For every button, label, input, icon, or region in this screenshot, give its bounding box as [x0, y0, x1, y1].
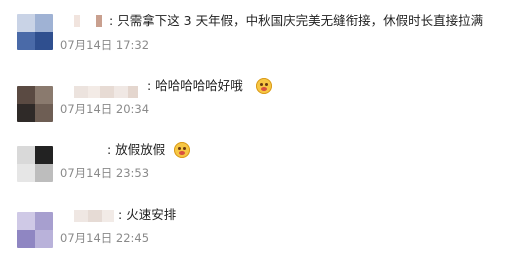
comment-timestamp: 07月14日 23:53	[60, 166, 150, 180]
comment-text: : 哈哈哈哈哈好哦	[147, 78, 243, 93]
comment-text: : 火速安排	[118, 207, 177, 222]
username-redacted[interactable]	[74, 210, 116, 222]
comment-item: : 哈哈哈哈哈好哦 07月14日 20:34	[0, 72, 525, 132]
comment-timestamp: 07月14日 17:32	[60, 38, 150, 52]
avatar[interactable]	[17, 212, 53, 248]
excited-face-icon	[174, 142, 190, 158]
avatar[interactable]	[17, 14, 53, 50]
comment-text: : 只需拿下这 3 天年假，中秋国庆完美无缝衔接，休假时长直接拉满	[109, 13, 484, 28]
comment-item: : 火速安排 07月14日 22:45	[0, 198, 525, 258]
avatar[interactable]	[17, 146, 53, 182]
username-redacted[interactable]	[74, 86, 144, 98]
username-redacted[interactable]	[74, 15, 110, 27]
comment-text: : 放假放假	[107, 142, 166, 157]
comment-item: : 只需拿下这 3 天年假，中秋国庆完美无缝衔接，休假时长直接拉满 07月14日…	[0, 8, 525, 68]
avatar[interactable]	[17, 86, 53, 122]
comment-item: : 放假放假 07月14日 23:53	[0, 138, 525, 198]
comment-timestamp: 07月14日 22:45	[60, 231, 150, 245]
comment-timestamp: 07月14日 20:34	[60, 102, 150, 116]
laughing-face-icon	[256, 78, 272, 94]
